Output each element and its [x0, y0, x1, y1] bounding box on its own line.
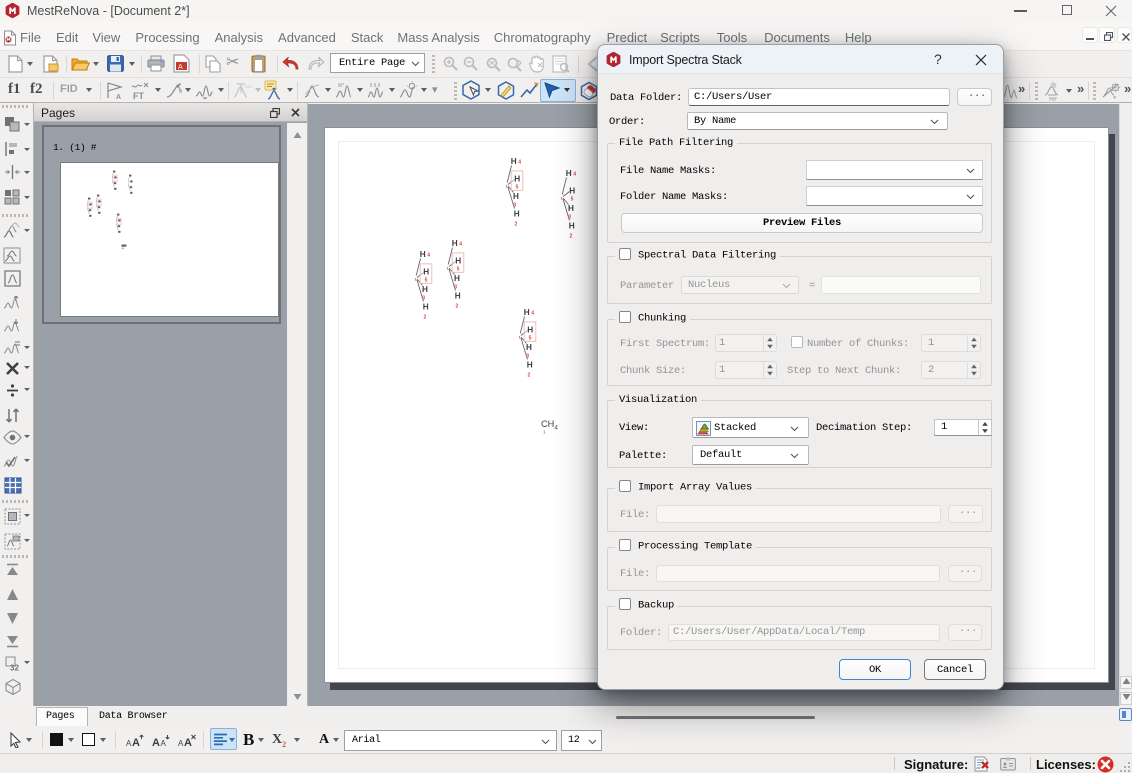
svg-text:H: H: [513, 192, 519, 201]
svg-text:32: 32: [10, 664, 19, 673]
svg-text:3: 3: [422, 296, 425, 302]
svg-text:3: 3: [526, 354, 529, 360]
svg-text:2: 2: [515, 222, 518, 228]
svg-text:2: 2: [424, 315, 427, 321]
svg-text:4: 4: [531, 311, 534, 317]
svg-text:H: H: [527, 326, 533, 335]
svg-text:5: 5: [516, 185, 519, 191]
svg-text:H: H: [526, 343, 532, 352]
svg-text:5: 5: [425, 278, 428, 284]
svg-text:H: H: [455, 257, 461, 266]
svg-text:5: 5: [529, 336, 532, 342]
svg-text:A: A: [132, 737, 140, 747]
svg-text:3: 3: [513, 203, 516, 209]
svg-text:H: H: [455, 292, 461, 301]
svg-text:4: 4: [573, 172, 576, 178]
svg-text:A: A: [116, 94, 121, 100]
svg-text:4: 4: [555, 426, 559, 432]
svg-text:A: A: [178, 64, 183, 71]
svg-text:4: 4: [518, 160, 521, 166]
svg-text:1: 1: [543, 430, 546, 435]
svg-text:2: 2: [528, 373, 531, 379]
svg-text:4: 4: [459, 242, 462, 248]
svg-text:2: 2: [456, 304, 459, 310]
svg-text:o: o: [179, 89, 183, 95]
svg-text:H: H: [423, 303, 429, 312]
svg-text:H: H: [514, 175, 520, 184]
svg-text:5: 5: [571, 197, 574, 203]
svg-text:3: 3: [568, 215, 571, 221]
svg-text:2: 2: [570, 234, 573, 240]
svg-text:4: 4: [427, 253, 430, 259]
svg-text:H: H: [423, 268, 429, 277]
svg-text:H: H: [511, 157, 517, 166]
svg-text:H: H: [527, 361, 533, 370]
svg-text:H: H: [569, 222, 575, 231]
svg-text:CH: CH: [541, 419, 554, 429]
svg-text:H: H: [568, 204, 574, 213]
svg-text:3: 3: [454, 285, 457, 291]
svg-text:DEPT: DEPT: [245, 84, 252, 89]
svg-text:H: H: [452, 239, 458, 248]
svg-text:A: A: [184, 737, 192, 747]
svg-text:A: A: [152, 737, 160, 747]
svg-text:H: H: [514, 210, 520, 219]
svg-text:A: A: [161, 739, 167, 747]
svg-text:H: H: [524, 308, 530, 317]
svg-text:H: H: [569, 187, 575, 196]
svg-text:H: H: [422, 285, 428, 294]
svg-text:CSM: CSM: [1049, 98, 1056, 101]
svg-text:FT: FT: [133, 91, 144, 100]
svg-text:5: 5: [457, 267, 460, 273]
svg-text:H: H: [454, 274, 460, 283]
svg-text:H: H: [420, 250, 426, 259]
svg-text:H: H: [566, 169, 572, 178]
